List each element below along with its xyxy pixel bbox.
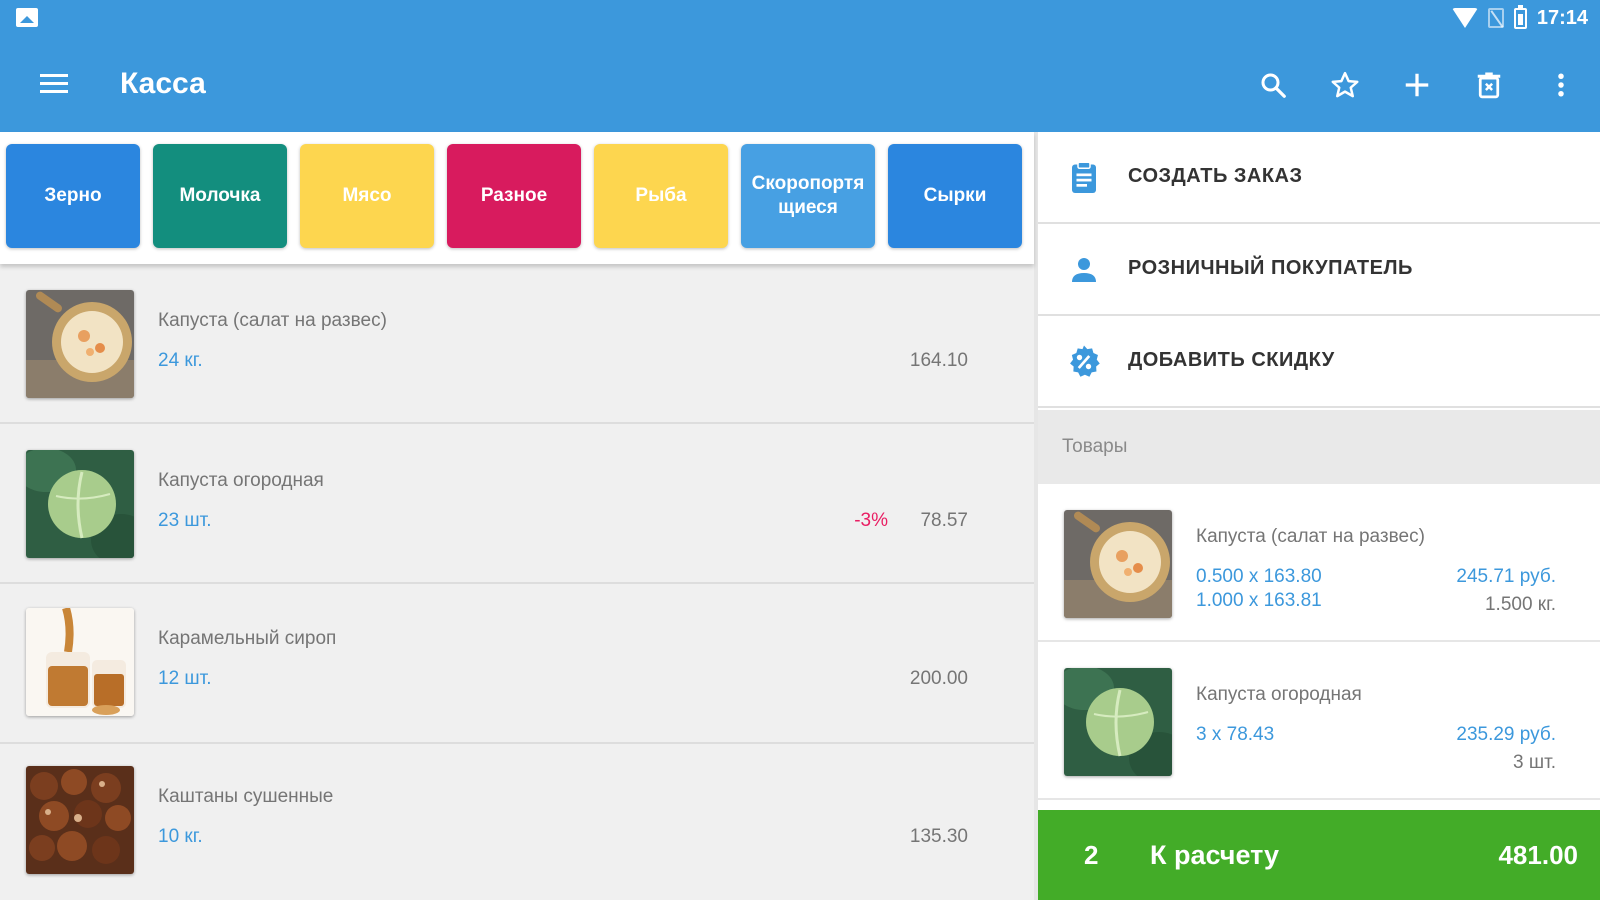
product-quantity: 12 шт. — [158, 668, 212, 689]
product-panel: Зерно Молочка Мясо Разное Рыба Скоропорт… — [0, 132, 1034, 900]
cart-item-name: Капуста (салат на развес) — [1196, 526, 1425, 547]
category-meat[interactable]: Мясо — [300, 144, 434, 248]
cart-item-line: 3 x 78.43 — [1196, 724, 1275, 745]
star-icon — [1331, 71, 1359, 98]
product-quantity: 10 кг. — [158, 826, 203, 847]
list-item[interactable]: Капуста огородная 23 шт. -3% 78.57 — [0, 424, 1034, 584]
status-bar: 17:14 — [0, 0, 1600, 36]
category-fish[interactable]: Рыба — [594, 144, 728, 248]
list-item[interactable]: Капуста (салат на развес) 24 кг. 164.10 — [0, 264, 1034, 424]
product-name: Капуста (салат на развес) — [158, 310, 387, 331]
product-image-chestnuts — [26, 766, 134, 874]
cart-image-sauerkraut — [1064, 510, 1172, 618]
cart-item-quantity: 3 шт. — [1513, 752, 1556, 773]
category-cheese-curds[interactable]: Сырки — [888, 144, 1022, 248]
cart-image-cabbage — [1064, 668, 1172, 776]
cart-section-header: Товары — [1038, 410, 1600, 484]
cart-item[interactable]: Капуста (салат на развес) 0.500 x 163.80… — [1038, 484, 1600, 642]
product-price: 135.30 — [909, 826, 968, 847]
toolbar-actions — [1248, 60, 1586, 110]
image-notification-icon — [16, 8, 38, 27]
product-name: Карамельный сироп — [158, 628, 337, 649]
category-misc[interactable]: Разное — [447, 144, 581, 248]
product-image-sauerkraut — [26, 290, 134, 398]
battery-icon — [1513, 4, 1527, 29]
retail-customer-label: РОЗНИЧНЫЙ ПОКУПАТЕЛЬ — [1128, 257, 1413, 279]
product-quantity: 24 кг. — [158, 350, 203, 371]
cart-item-sum: 245.71 руб. — [1456, 566, 1556, 587]
search-button[interactable] — [1248, 60, 1298, 110]
product-price: 200.00 — [909, 668, 968, 689]
menu-icon[interactable] — [32, 66, 76, 102]
search-icon — [1261, 73, 1286, 98]
product-name: Каштаны сушенные — [158, 786, 334, 807]
checkout-total: 481.00 — [1498, 840, 1578, 870]
checkout-label: К расчету — [1150, 840, 1280, 870]
percent-icon — [1070, 345, 1100, 377]
person-icon — [1072, 258, 1096, 282]
status-icons: 17:14 — [1451, 4, 1588, 30]
product-image-caramel-syrup — [26, 608, 134, 716]
delete-button[interactable] — [1464, 60, 1514, 110]
wifi-icon — [1451, 8, 1478, 28]
category-bar: Зерно Молочка Мясо Разное Рыба Скоропорт… — [0, 132, 1034, 264]
cart-item-quantity: 1.500 кг. — [1484, 594, 1556, 615]
page-title: Касса — [120, 67, 206, 100]
favorites-button[interactable] — [1320, 60, 1370, 110]
cart-item[interactable]: Капуста огородная 3 x 78.43 235.29 руб. … — [1038, 642, 1600, 800]
app-bar: Касса — [0, 36, 1600, 132]
create-order-label: СОЗДАТЬ ЗАКАЗ — [1128, 165, 1303, 187]
add-discount-label: ДОБАВИТЬ СКИДКУ — [1128, 349, 1335, 371]
cart-item-line: 0.500 x 163.80 — [1196, 566, 1322, 587]
cart-section-title: Товары — [1062, 436, 1128, 457]
cart-item-line: 1.000 x 163.81 — [1196, 590, 1322, 611]
list-item[interactable]: Каштаны сушенные 10 кг. 135.30 — [0, 742, 1034, 900]
checkout-item-count: 2 — [1084, 840, 1099, 870]
clipboard-icon — [1072, 161, 1096, 193]
cart-item-name: Капуста огородная — [1196, 684, 1362, 705]
add-button[interactable] — [1392, 60, 1442, 110]
order-panel: СОЗДАТЬ ЗАКАЗ РОЗНИЧНЫЙ ПОКУПАТЕЛЬ ДОБАВ… — [1038, 132, 1600, 900]
product-discount-badge: -3% — [854, 510, 888, 531]
category-perishable[interactable]: Скоропортя щиеся — [741, 144, 875, 248]
add-discount-button[interactable]: ДОБАВИТЬ СКИДКУ — [1038, 316, 1600, 408]
more-vert-icon — [1558, 73, 1564, 97]
clock: 17:14 — [1536, 6, 1588, 29]
add-icon — [1405, 73, 1429, 97]
product-name: Капуста огородная — [158, 470, 324, 491]
more-options-button[interactable] — [1536, 60, 1586, 110]
list-item[interactable]: Карамельный сироп 12 шт. 200.00 — [0, 584, 1034, 744]
checkout-button[interactable]: 2 К расчету 481.00 — [1038, 810, 1600, 900]
cart-item-sum: 235.29 руб. — [1456, 724, 1556, 745]
product-price: 164.10 — [909, 350, 968, 371]
product-quantity: 23 шт. — [158, 510, 212, 531]
product-price: 78.57 — [920, 510, 968, 531]
retail-customer-button[interactable]: РОЗНИЧНЫЙ ПОКУПАТЕЛЬ — [1038, 224, 1600, 316]
product-image-cabbage — [26, 450, 134, 558]
create-order-button[interactable]: СОЗДАТЬ ЗАКАЗ — [1038, 132, 1600, 224]
category-dairy[interactable]: Молочка — [153, 144, 287, 248]
category-grain[interactable]: Зерно — [6, 144, 140, 248]
delete-icon — [1477, 72, 1501, 99]
no-sim-icon — [1487, 8, 1504, 28]
